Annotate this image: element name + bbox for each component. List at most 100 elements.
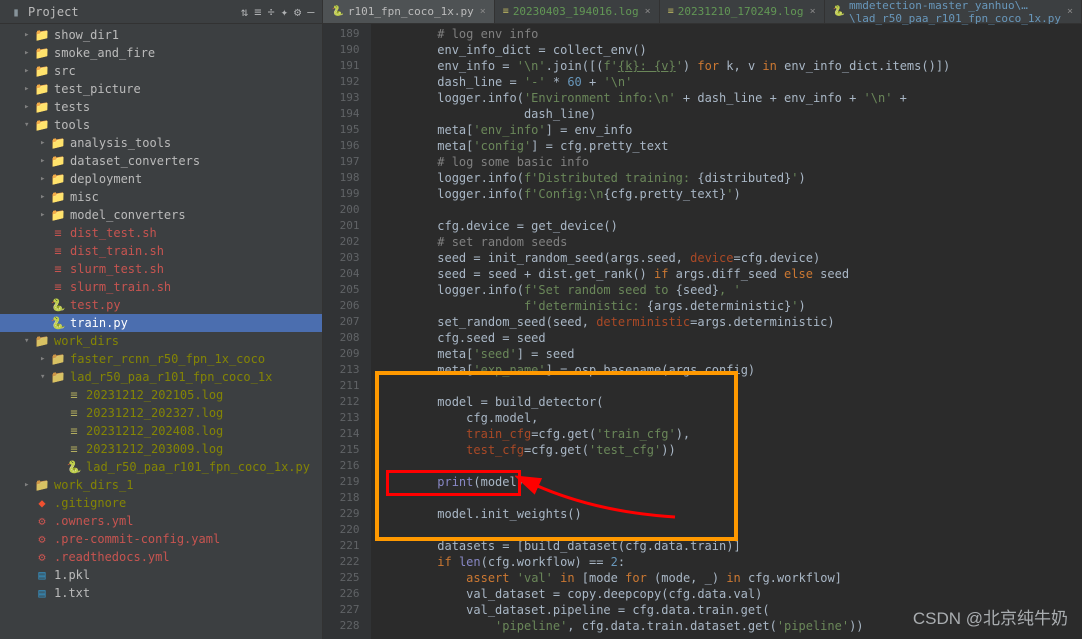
tree-item[interactable]: ▤1.pkl (0, 566, 322, 584)
py-icon: 🐍 (50, 298, 66, 312)
line-number: 222 (323, 554, 359, 570)
line-number: 228 (323, 618, 359, 634)
line-number: 221 (323, 538, 359, 554)
tree-item[interactable]: ≡slurm_test.sh (0, 260, 322, 278)
tree-item-label: deployment (70, 172, 142, 186)
log-icon: ≡ (66, 424, 82, 438)
code-line: meta['exp_name'] = osp.basename(args.con… (379, 362, 1082, 378)
tree-item[interactable]: 🐍train.py (0, 314, 322, 332)
tree-item[interactable]: ≡dist_train.sh (0, 242, 322, 260)
tree-item-label: train.py (70, 316, 128, 330)
line-number: 215 (323, 442, 359, 458)
project-tree[interactable]: ▸📁show_dir1▸📁smoke_and_fire▸📁src▸📁test_p… (0, 24, 322, 639)
tree-item[interactable]: ▤1.txt (0, 584, 322, 602)
tree-item[interactable]: ▸📁smoke_and_fire (0, 44, 322, 62)
tree-arrow-icon: ▾ (24, 336, 34, 346)
folder-ex-icon: 📁 (50, 352, 66, 366)
tree-item[interactable]: ▸📁dataset_converters (0, 152, 322, 170)
tree-arrow-icon: ▸ (40, 174, 50, 184)
tree-item[interactable]: ≡20231212_202105.log (0, 386, 322, 404)
tree-item[interactable]: ▸📁faster_rcnn_r50_fpn_1x_coco (0, 350, 322, 368)
sh-icon: ≡ (50, 280, 66, 294)
git-icon: ◆ (34, 496, 50, 510)
line-number: 204 (323, 266, 359, 282)
tool-gear-icon[interactable]: ⚙ (294, 5, 301, 19)
line-number: 213 (323, 362, 359, 378)
tree-item[interactable]: ▸📁work_dirs_1 (0, 476, 322, 494)
tree-item[interactable]: ▸📁deployment (0, 170, 322, 188)
line-number: 205 (323, 282, 359, 298)
close-icon[interactable]: × (480, 6, 486, 17)
line-number: 196 (323, 138, 359, 154)
tree-arrow-icon: ▸ (24, 84, 34, 94)
tool-split-icon[interactable]: ÷ (268, 5, 275, 19)
tree-item[interactable]: 🐍lad_r50_paa_r101_fpn_coco_1x.py (0, 458, 322, 476)
tree-item[interactable]: ◆ .gitignore (0, 494, 322, 512)
tree-item-label: smoke_and_fire (54, 46, 155, 60)
editor-tab[interactable]: ≡20231210_170249.log× (660, 0, 825, 23)
log-icon: ≡ (66, 406, 82, 420)
tree-item[interactable]: ▸📁src (0, 62, 322, 80)
tree-item[interactable]: 🐍test.py (0, 296, 322, 314)
close-icon[interactable]: × (645, 6, 651, 17)
close-icon[interactable]: × (1067, 6, 1073, 17)
code-line: set_random_seed(seed, deterministic=args… (379, 314, 1082, 330)
tree-item[interactable]: ⚙.pre-commit-config.yaml (0, 530, 322, 548)
tool-star-icon[interactable]: ✦ (281, 5, 288, 19)
code-content[interactable]: # log env info env_info_dict = collect_e… (371, 24, 1082, 639)
tree-item[interactable]: ▸📁misc (0, 188, 322, 206)
code-line: meta['seed'] = seed (379, 346, 1082, 362)
code-line: dash_line = '-' * 60 + '\n' (379, 74, 1082, 90)
tree-item-label: .gitignore (54, 496, 126, 510)
tool-collapse-icon[interactable]: ⇅ (241, 5, 248, 19)
line-number: 216 (323, 458, 359, 474)
yaml-icon: ⚙ (34, 514, 50, 528)
line-number: 229 (323, 506, 359, 522)
line-number: 203 (323, 250, 359, 266)
line-number: 202 (323, 234, 359, 250)
tool-expand-icon[interactable]: ≡ (254, 5, 261, 19)
tree-item[interactable]: ⚙ .readthedocs.yml (0, 548, 322, 566)
tree-item-label: 1.txt (54, 586, 90, 600)
editor-tab[interactable]: 🐍mmdetection-master_yanhuo\…\lad_r50_paa… (825, 0, 1082, 23)
tree-item[interactable]: ▾📁tools (0, 116, 322, 134)
tree-item[interactable]: ▾📁lad_r50_paa_r101_fpn_coco_1x (0, 368, 322, 386)
tree-item-label: .readthedocs.yml (54, 550, 170, 564)
code-line: seed = init_random_seed(args.seed, devic… (379, 250, 1082, 266)
tree-item[interactable]: ▸📁analysis_tools (0, 134, 322, 152)
pkl-icon: ▤ (34, 568, 50, 582)
code-line: model = build_detector( (379, 394, 1082, 410)
line-number: 225 (323, 570, 359, 586)
line-number: 218 (323, 490, 359, 506)
tool-hide-icon[interactable]: — (307, 5, 314, 19)
code-line: logger.info('Environment info:\n' + dash… (379, 90, 1082, 106)
code-line (379, 202, 1082, 218)
tree-item-label: slurm_train.sh (70, 280, 171, 294)
tree-item[interactable]: ▸📁test_picture (0, 80, 322, 98)
code-line: model.init_weights() (379, 506, 1082, 522)
yaml-icon: ⚙ (34, 550, 50, 564)
code-line: assert 'val' in [mode for (mode, _) in c… (379, 570, 1082, 586)
tree-item[interactable]: ⚙.owners.yml (0, 512, 322, 530)
code-line: cfg.seed = seed (379, 330, 1082, 346)
code-line (379, 458, 1082, 474)
tree-item[interactable]: ≡ slurm_train.sh (0, 278, 322, 296)
editor-tab[interactable]: 🐍r101_fpn_coco_1x.py× (323, 0, 494, 23)
line-number: 200 (323, 202, 359, 218)
tree-item[interactable]: ▸📁tests (0, 98, 322, 116)
tree-item-label: dataset_converters (70, 154, 200, 168)
editor-tab[interactable]: ≡20230403_194016.log× (495, 0, 660, 23)
folder-ex-icon: 📁 (34, 334, 50, 348)
tree-item[interactable]: ▾📁work_dirs (0, 332, 322, 350)
tree-item[interactable]: ≡dist_test.sh (0, 224, 322, 242)
code-line: print(model) (379, 474, 1082, 490)
tree-item[interactable]: ▸📁model_converters (0, 206, 322, 224)
tree-item[interactable]: ≡20231212_203009.log (0, 440, 322, 458)
close-icon[interactable]: × (810, 6, 816, 17)
tree-item[interactable]: ≡20231212_202408.log (0, 422, 322, 440)
tree-item[interactable]: ▸📁show_dir1 (0, 26, 322, 44)
code-line: # log env info (379, 26, 1082, 42)
tree-item-label: work_dirs_1 (54, 478, 133, 492)
tree-item[interactable]: ≡20231212_202327.log (0, 404, 322, 422)
tree-arrow-icon: ▾ (40, 372, 50, 382)
